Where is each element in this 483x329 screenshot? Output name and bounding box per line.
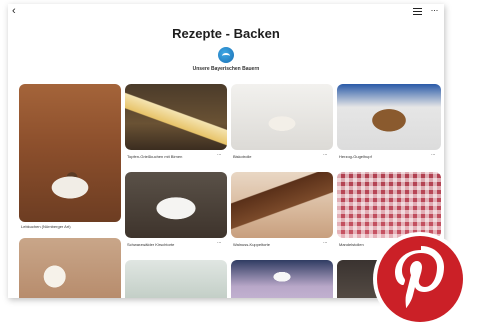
pin-caption: Topfen-Grießkuchen mit Birnen xyxy=(127,154,183,159)
filter-icon[interactable] xyxy=(413,8,422,16)
pinterest-logo-icon xyxy=(373,232,467,326)
pin-caption: Schwarzwälder Kirschtorte xyxy=(127,242,175,247)
pin-image[interactable] xyxy=(337,172,441,238)
pin-image[interactable] xyxy=(125,84,227,150)
pin-caption: Lebkuchen (Nürnberger Art) xyxy=(21,224,71,229)
pin-image[interactable] xyxy=(337,84,441,150)
pin-caption: Herzog-Gugelhupf xyxy=(339,154,372,159)
pin-image[interactable] xyxy=(19,238,121,298)
pin-image[interactable] xyxy=(19,84,121,222)
pin-caption: Mandelstollen xyxy=(339,242,364,247)
more-icon[interactable]: ··· xyxy=(431,5,439,15)
pin-more-icon[interactable]: ··· xyxy=(217,240,221,246)
pin-caption: Walnuss-Kuppeltorte xyxy=(233,242,270,247)
pin-image[interactable] xyxy=(231,172,333,238)
pin-more-icon[interactable]: ··· xyxy=(217,152,221,158)
pin-more-icon[interactable]: ··· xyxy=(431,152,435,158)
board-avatar[interactable] xyxy=(218,47,234,63)
pin-image[interactable] xyxy=(231,84,333,150)
back-icon[interactable]: ‹ xyxy=(12,6,16,17)
pin-caption: Biskotrolle xyxy=(233,154,252,159)
top-bar: ‹ ··· xyxy=(8,4,444,20)
board-owner[interactable]: Unsere Bayerischen Bauern xyxy=(8,66,444,72)
pin-more-icon[interactable]: ··· xyxy=(323,240,327,246)
pin-image[interactable] xyxy=(125,172,227,238)
pin-image[interactable] xyxy=(231,260,333,298)
pin-image[interactable] xyxy=(125,260,227,298)
pin-more-icon[interactable]: ··· xyxy=(323,152,327,158)
board-title: Rezepte - Backen xyxy=(172,26,280,41)
